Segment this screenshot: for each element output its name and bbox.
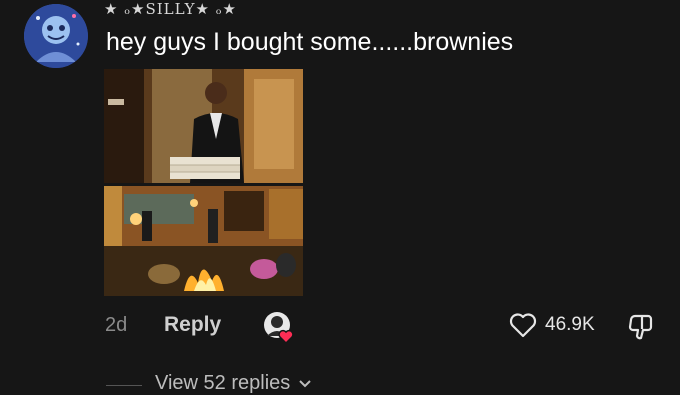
view-replies-label: View 52 replies [155,372,291,394]
heart-icon [509,313,537,338]
like-button[interactable]: 46.9K [509,312,595,338]
username[interactable]: ★ ₒ★SILLY★ ₒ★ [104,0,237,18]
dislike-icon [628,314,653,340]
dislike-button[interactable] [626,312,656,342]
creator-liked-badge [262,310,296,345]
replies-divider [106,385,142,386]
view-replies-button[interactable]: View 52 replies [155,372,312,395]
commenter-avatar[interactable] [24,4,88,68]
like-count: 46.9K [545,314,595,335]
avatar-illustration [24,4,88,68]
photo-bottom [104,186,303,296]
chevron-down-icon [299,379,311,387]
photo-top [104,69,303,183]
comment-image[interactable] [104,69,303,296]
comment-date: 2d [105,314,128,336]
comment-text: hey guys I bought some......brownies [106,28,514,56]
reply-button[interactable]: Reply [164,313,221,337]
creator-heart-icon [278,329,294,345]
